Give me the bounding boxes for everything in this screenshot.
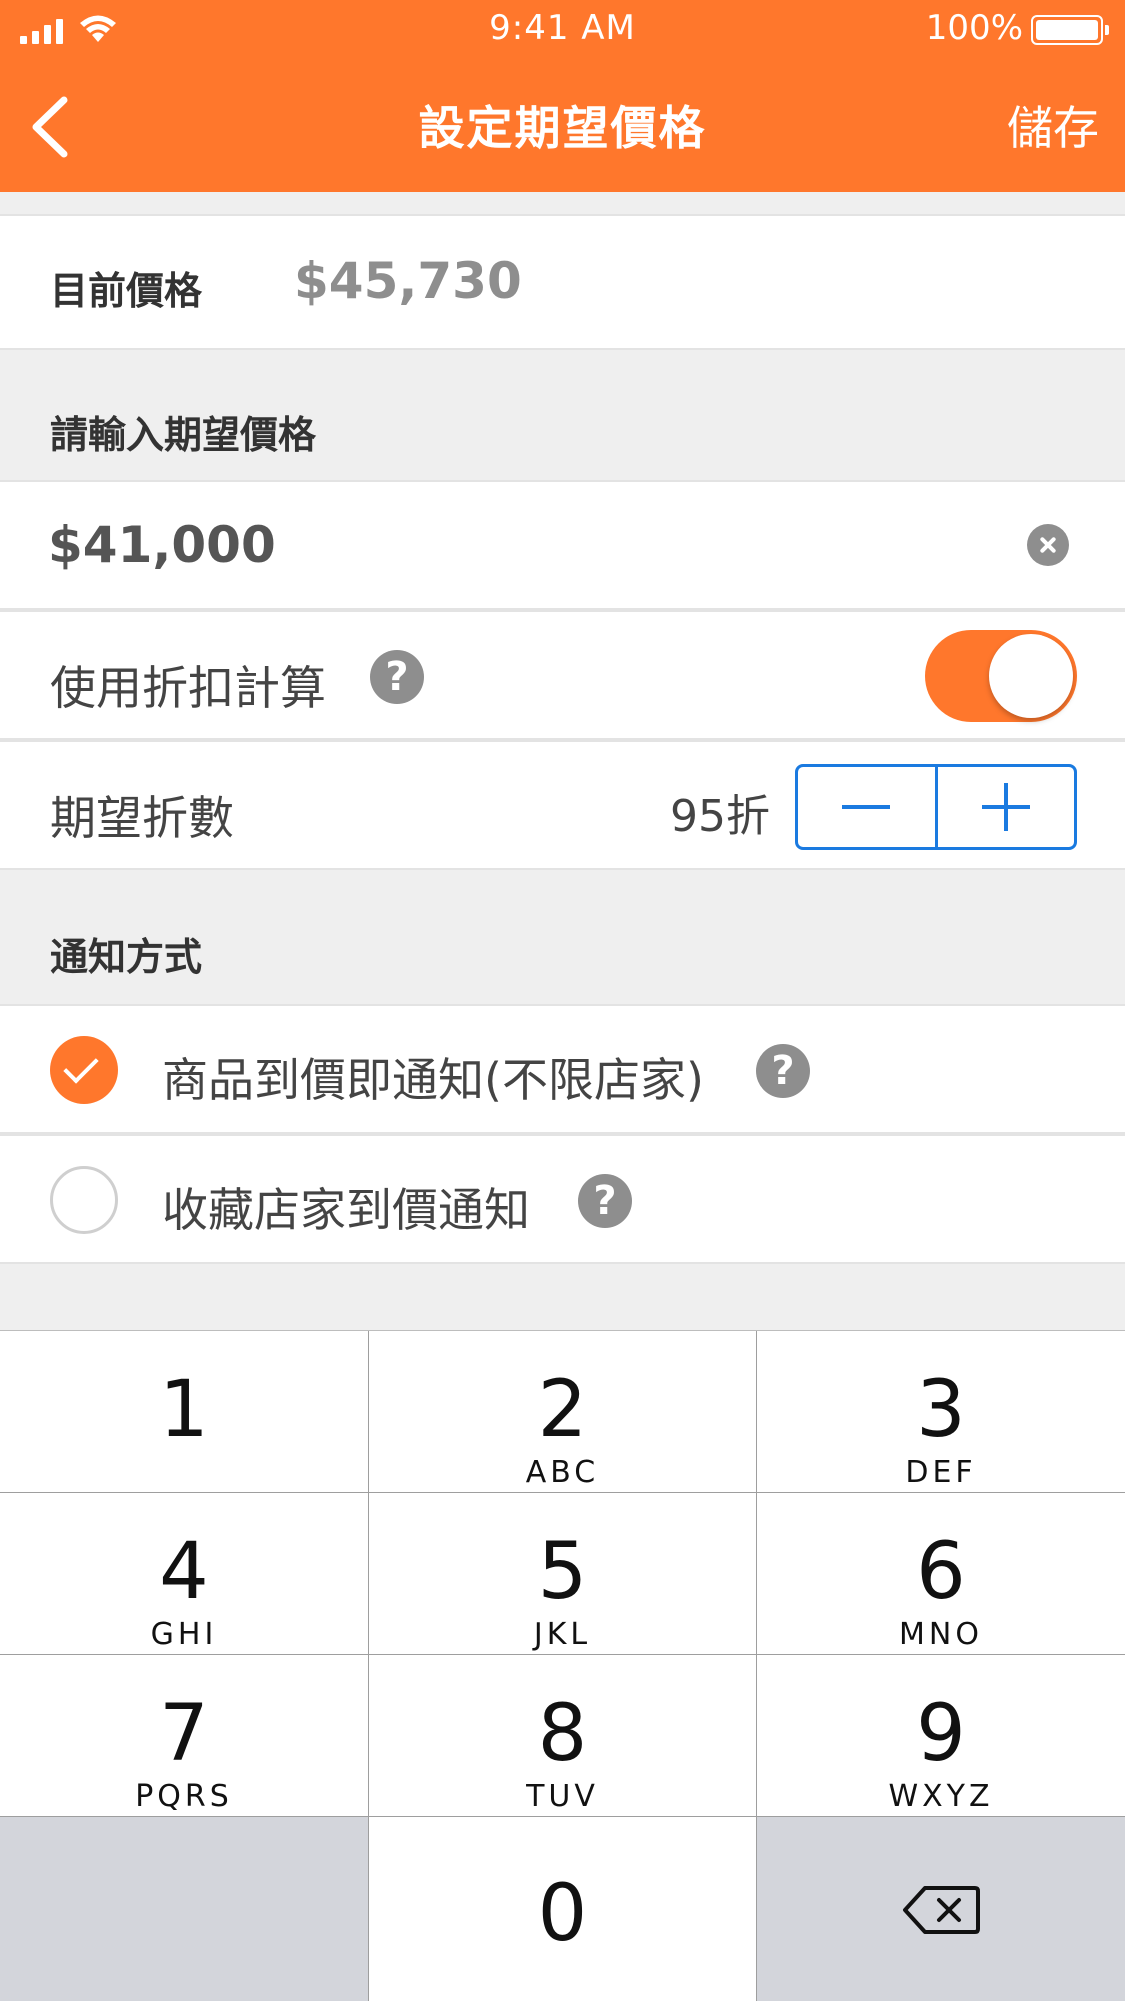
status-bar: 9:41 AM 100% <box>0 0 1125 62</box>
expected-price-input-row[interactable]: $41,000 <box>0 480 1125 610</box>
increment-button[interactable] <box>934 767 1075 847</box>
discount-toggle-label: 使用折扣計算 <box>50 661 326 715</box>
save-button[interactable]: 儲存 <box>1007 92 1099 158</box>
key-number: 3 <box>916 1365 966 1455</box>
key-1[interactable]: 1 <box>0 1331 369 1493</box>
key-blank <box>0 1817 369 2001</box>
notify-section-label: 通知方式 <box>50 935 203 979</box>
key-number: 2 <box>537 1365 588 1455</box>
discount-stepper-row: 期望折數 95折 <box>0 740 1125 870</box>
key-number: 0 <box>537 1869 588 1959</box>
discount-value: 95折 <box>670 791 770 842</box>
key-letters: PQRS <box>135 1779 233 1814</box>
key-letters: WXYZ <box>888 1779 994 1814</box>
key-7[interactable]: 7 PQRS <box>0 1655 369 1817</box>
help-icon[interactable]: ? <box>370 650 424 704</box>
key-6[interactable]: 6 MNO <box>757 1493 1125 1655</box>
key-letters: GHI <box>150 1617 218 1652</box>
battery-percentage: 100% <box>925 8 1023 48</box>
key-number: 5 <box>537 1527 588 1617</box>
key-number: 7 <box>159 1689 209 1779</box>
key-number: 6 <box>916 1527 966 1617</box>
key-letters: TUV <box>526 1779 599 1814</box>
notify-option-label: 收藏店家到價通知 <box>162 1183 530 1237</box>
clear-circle-icon[interactable] <box>1027 524 1069 566</box>
notify-option-label: 商品到價即通知(不限店家) <box>162 1053 704 1107</box>
key-9[interactable]: 9 WXYZ <box>757 1655 1125 1817</box>
discount-toggle-row: 使用折扣計算 ? <box>0 610 1125 740</box>
radio-checked-icon[interactable] <box>50 1036 118 1104</box>
help-icon[interactable]: ? <box>578 1174 632 1228</box>
battery-icon <box>1031 15 1109 45</box>
discount-label: 期望折數 <box>50 791 234 845</box>
expected-price-section-label: 請輸入期望價格 <box>50 413 317 457</box>
discount-toggle-switch[interactable] <box>925 630 1077 722</box>
key-8[interactable]: 8 TUV <box>369 1655 757 1817</box>
key-letters: DEF <box>905 1455 977 1490</box>
page-title: 設定期望價格 <box>418 101 707 155</box>
key-number: 8 <box>537 1689 588 1779</box>
key-3[interactable]: 3 DEF <box>757 1331 1125 1493</box>
notify-option-row[interactable]: 收藏店家到價通知 ? <box>0 1134 1125 1264</box>
expected-price-input[interactable]: $41,000 <box>48 516 276 574</box>
discount-stepper <box>795 764 1077 850</box>
key-4[interactable]: 4 GHI <box>0 1493 369 1655</box>
key-letters: JKL <box>533 1617 592 1652</box>
key-number: 1 <box>159 1365 209 1455</box>
numeric-keypad: 1 2 ABC 3 DEF 4 GHI 5 JKL 6 MNO 7 PQRS 8… <box>0 1330 1125 2001</box>
key-letters: MNO <box>899 1617 983 1652</box>
current-price-label: 目前價格 <box>50 269 203 313</box>
backspace-icon <box>903 1885 980 1934</box>
key-2[interactable]: 2 ABC <box>369 1331 757 1493</box>
key-letters: ABC <box>525 1455 600 1490</box>
radio-unchecked-icon[interactable] <box>50 1166 118 1234</box>
toggle-knob <box>989 634 1073 718</box>
key-number: 9 <box>916 1689 966 1779</box>
key-0[interactable]: 0 <box>369 1817 757 2001</box>
app-header: 9:41 AM 100% 設定期望價格 儲存 <box>0 0 1125 192</box>
notify-option-row[interactable]: 商品到價即通知(不限店家) ? <box>0 1004 1125 1134</box>
backspace-key[interactable] <box>757 1817 1125 2001</box>
decrement-button[interactable] <box>798 767 935 847</box>
key-5[interactable]: 5 JKL <box>369 1493 757 1655</box>
current-price-value: $45,730 <box>294 252 522 310</box>
help-icon[interactable]: ? <box>756 1044 810 1098</box>
current-price-row: 目前價格 $45,730 <box>0 214 1125 350</box>
key-number: 4 <box>159 1527 209 1617</box>
